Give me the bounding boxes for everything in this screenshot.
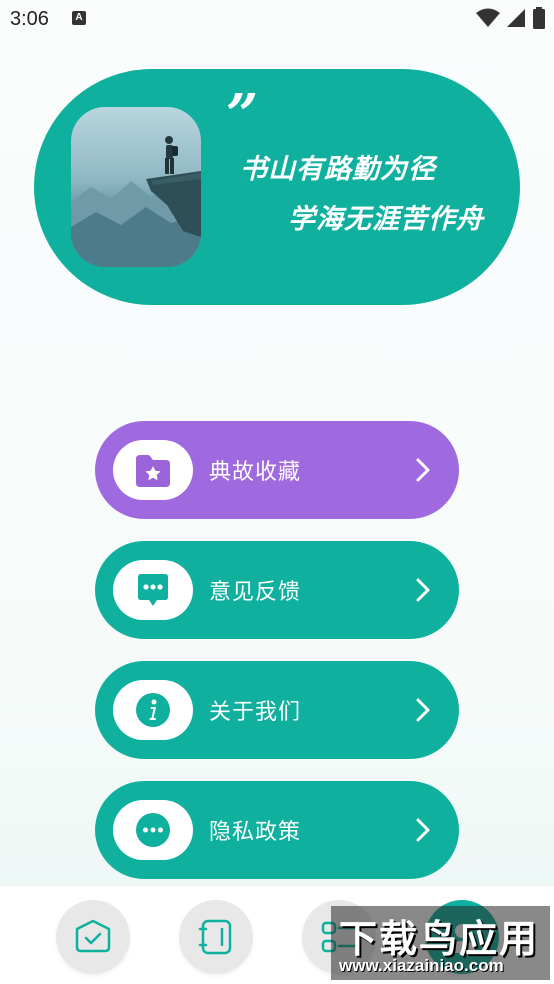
wifi-icon [475, 8, 500, 27]
about-icon-pill [113, 680, 193, 740]
more-icon [136, 813, 170, 847]
mountain-hiker-photo [71, 107, 201, 267]
status-time: 3:06 [10, 8, 49, 30]
about-us-button[interactable]: 关于我们 [95, 661, 459, 759]
quote-mark: ” [226, 82, 259, 148]
about-us-label: 关于我们 [209, 700, 302, 725]
watermark-title: 下载鸟应用 [339, 917, 540, 961]
favorites-icon-pill [113, 440, 193, 500]
status-bar: 3:06 A [0, 0, 554, 40]
box-check-icon [75, 919, 111, 953]
nav-book[interactable] [179, 900, 253, 974]
battery-icon [533, 7, 545, 29]
privacy-policy-button[interactable]: 隐私政策 [95, 781, 459, 879]
chat-bubble-icon [138, 574, 168, 606]
favorites-button[interactable]: 典故收藏 [95, 421, 459, 519]
privacy-policy-label: 隐私政策 [209, 820, 302, 845]
chevron-right-icon [416, 458, 430, 482]
info-icon [136, 693, 170, 727]
feedback-icon-pill [113, 560, 193, 620]
chevron-right-icon [416, 698, 430, 722]
status-icons [475, 6, 546, 30]
watermark-url: www.xiazainiao.com [339, 956, 504, 975]
chevron-right-icon [416, 818, 430, 842]
hero-card: ” 书山有路勤为径 学海无涯苦作舟 [34, 69, 520, 305]
folder-star-icon [136, 455, 170, 487]
hero-quote-line2: 学海无涯苦作舟 [288, 204, 484, 235]
favorites-label: 典故收藏 [209, 460, 302, 485]
chevron-right-icon [416, 578, 430, 602]
privacy-icon-pill [113, 800, 193, 860]
a-icon: A [72, 11, 86, 25]
feedback-label: 意见反馈 [209, 580, 302, 605]
notebook-icon [198, 919, 232, 955]
nav-home[interactable] [56, 900, 130, 974]
feedback-button[interactable]: 意见反馈 [95, 541, 459, 639]
hero-quote-line1: 书山有路勤为径 [240, 154, 436, 185]
watermark: 下载鸟应用 www.xiazainiao.com [331, 906, 550, 980]
signal-icon [506, 9, 525, 27]
